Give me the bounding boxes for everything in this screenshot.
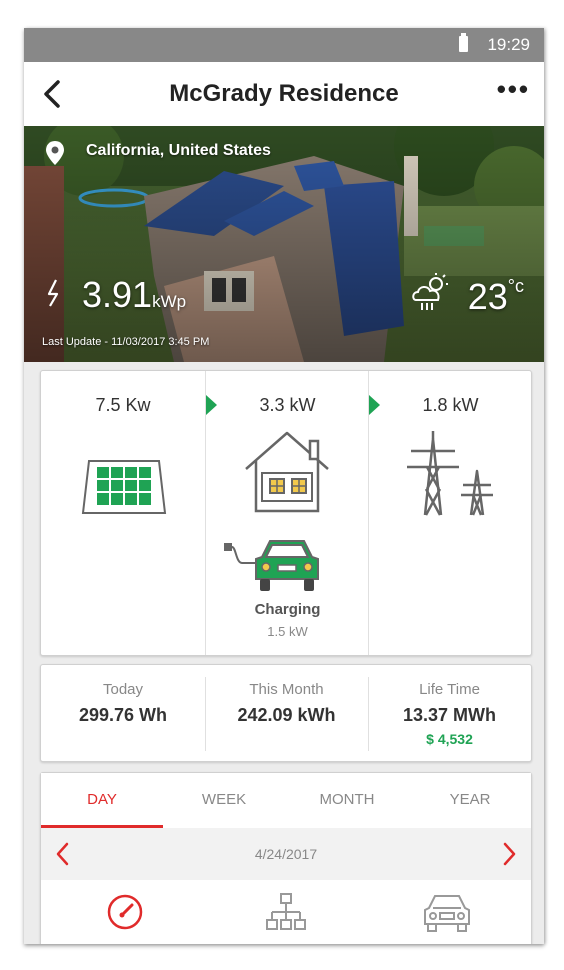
- solar-power: 7.5 Kw: [95, 395, 151, 415]
- last-update-label: Last Update - 11/03/2017 3:45 PM: [42, 336, 210, 348]
- period-tabs: DAY WEEK MONTH YEAR: [41, 773, 531, 828]
- tab-day[interactable]: DAY: [41, 791, 163, 808]
- date-navigator: 4/24/2017: [41, 828, 531, 880]
- chevron-right-icon[interactable]: [501, 841, 517, 867]
- gauge-icon[interactable]: [105, 892, 145, 932]
- home-column[interactable]: 3.3 kW Charging 1.5 kW: [205, 371, 369, 655]
- stat-lifetime: Life Time 13.37 MWh $ 4,532: [368, 665, 531, 761]
- grid-power: 1.8 kW: [422, 395, 479, 415]
- house-photo: [24, 126, 544, 362]
- solar-panel-icon: [81, 460, 167, 514]
- house-icon: [245, 431, 329, 513]
- energy-flow-card: 7.5 Kw 3.3 kW Charging 1.5 kW 1.8 kW: [40, 370, 532, 656]
- solar-column[interactable]: 7.5 Kw: [41, 371, 205, 655]
- location-label: California, United States: [86, 142, 271, 159]
- ev-status: Charging: [254, 601, 321, 618]
- stat-this-month: This Month 242.09 kWh: [237, 681, 336, 725]
- status-time: 19:29: [487, 35, 530, 54]
- more-options-button[interactable]: •••: [497, 74, 530, 105]
- ev-power: 1.5 kW: [267, 624, 308, 639]
- lifetime-savings: $ 4,532: [426, 731, 473, 747]
- view-switcher: [41, 880, 531, 940]
- tab-month[interactable]: MONTH: [286, 791, 408, 808]
- phone-screen: 19:29 McGrady Residence ••• California, …: [24, 28, 544, 944]
- app-header: McGrady Residence •••: [24, 62, 544, 126]
- network-icon[interactable]: [265, 892, 307, 934]
- location-pin-icon: [46, 141, 64, 165]
- tab-year[interactable]: YEAR: [409, 791, 531, 808]
- car-icon[interactable]: [421, 892, 473, 934]
- page-title: McGrady Residence: [169, 80, 399, 107]
- tab-week[interactable]: WEEK: [163, 791, 285, 808]
- battery-icon: [459, 33, 468, 52]
- history-card: DAY WEEK MONTH YEAR 4/24/2017: [40, 772, 532, 944]
- cloudy-rain-icon: [412, 273, 448, 310]
- power-tower-icon: [407, 431, 493, 516]
- stats-card: Today 299.76 Wh This Month 242.09 kWh Li…: [40, 664, 532, 762]
- hero-banner: California, United States 3.91kWp 23°c L…: [24, 126, 544, 362]
- lightning-icon: [47, 279, 59, 307]
- selected-date: 4/24/2017: [254, 846, 318, 862]
- stat-today: Today 299.76 Wh: [78, 681, 168, 725]
- home-power: 3.3 kW: [259, 395, 316, 415]
- temperature: 23°c: [467, 276, 524, 317]
- status-bar: 19:29: [24, 28, 544, 62]
- grid-column[interactable]: 1.8 kW: [368, 371, 532, 655]
- current-power: 3.91kWp: [82, 274, 187, 315]
- ev-car-icon: [224, 540, 319, 591]
